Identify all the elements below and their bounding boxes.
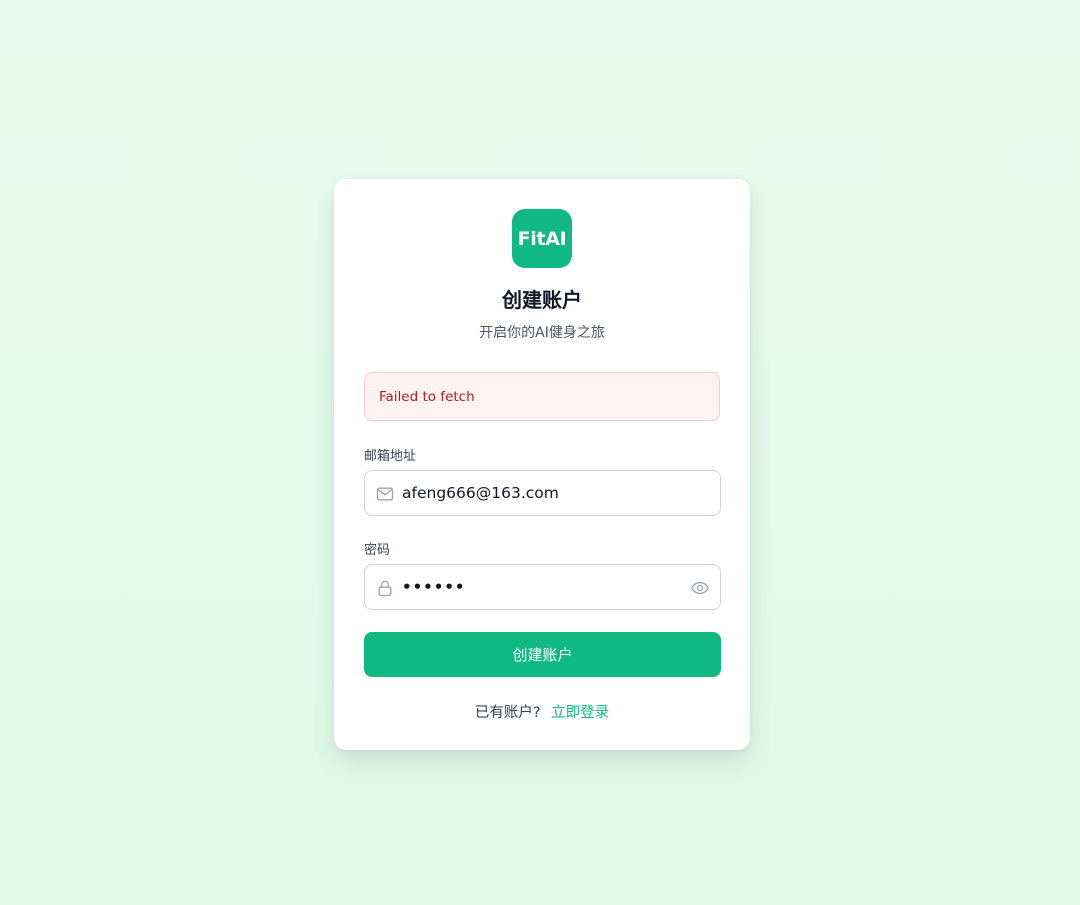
mail-icon (376, 487, 394, 501)
login-prompt-text: 已有账户? (474, 705, 541, 721)
email-label: 邮箱地址 (364, 449, 417, 464)
lock-icon (378, 580, 392, 597)
create-account-button[interactable]: 创建账户 (364, 632, 721, 677)
email-field[interactable]: afeng666@163.com (364, 470, 721, 516)
page-subtitle: 开启你的AI健身之旅 (479, 325, 605, 341)
email-input[interactable]: afeng666@163.com (402, 471, 682, 515)
error-message: Failed to fetch (379, 388, 475, 405)
fitai-logo: FitAI (512, 209, 572, 268)
password-label: 密码 (364, 543, 391, 558)
error-alert: Failed to fetch (364, 372, 720, 421)
logo-text: FitAI (517, 227, 567, 250)
eye-icon[interactable] (690, 578, 710, 598)
register-card: FitAI 创建账户 开启你的AI健身之旅 Failed to fetch 邮箱… (334, 179, 750, 750)
login-link[interactable]: 立即登录 (551, 705, 609, 721)
login-prompt: 已有账户? 立即登录 (334, 701, 750, 722)
password-field[interactable]: •••••• (364, 564, 721, 610)
password-input[interactable]: •••••• (402, 565, 682, 609)
page-title: 创建账户 (502, 288, 582, 312)
